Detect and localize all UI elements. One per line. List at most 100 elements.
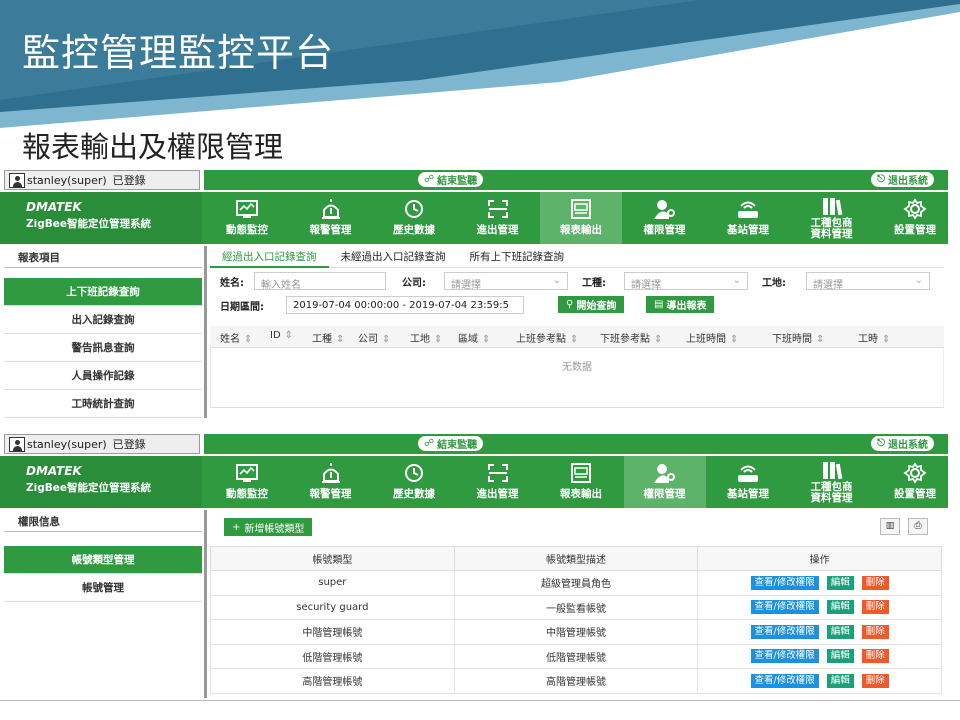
view-edit-permission-button[interactable]: 查看/修改權限 <box>750 624 819 639</box>
sidebar-item[interactable]: 帳號管理 <box>4 574 202 602</box>
user-name: stanley(super) <box>27 437 107 451</box>
column-header[interactable]: 公司 ⇕ <box>348 326 400 347</box>
view-edit-permission-button[interactable]: 查看/修改權限 <box>750 673 819 688</box>
account-desc-cell: 低階管理帳號 <box>453 643 699 669</box>
site-select[interactable]: 請選擇 ⌄ <box>806 272 930 291</box>
account-type-table: 帳號類型 帳號類型描述 操作 super 超級管理員角色 查看/修改權限 編輯 刪除 secur… <box>210 546 942 694</box>
nav-item[interactable]: 動態監控 <box>206 192 288 244</box>
delete-button[interactable]: 刪除 <box>861 575 889 590</box>
sidebar-item[interactable]: 上下班記錄查詢 <box>4 278 202 306</box>
edit-button[interactable]: 編輯 <box>826 624 854 639</box>
nav-label-line2: 資料管理 <box>810 228 853 240</box>
nav-item[interactable]: 動態監控 <box>206 456 288 508</box>
print-icon[interactable]: ⎙ <box>908 518 928 535</box>
worktype-label: 工種: <box>582 278 606 289</box>
nav-label: 權限管理 <box>643 224 686 236</box>
column-header[interactable]: 下班參考點 ⇕ <box>590 326 676 347</box>
delete-button[interactable]: 刪除 <box>861 624 889 639</box>
column-header[interactable]: 工種 ⇕ <box>302 326 348 347</box>
columns-icon[interactable]: ▥ <box>880 518 900 535</box>
column-header[interactable]: 上班參考點 ⇕ <box>506 326 590 347</box>
sidebar-item[interactable]: 警告訊息查詢 <box>4 334 202 362</box>
nav-item[interactable]: 基站管理 <box>707 192 789 244</box>
gear-icon <box>874 462 948 484</box>
sort-icon: ⇕ <box>654 334 663 345</box>
nav-item[interactable]: 報警管理 <box>290 192 372 244</box>
search-button[interactable]: ⚲ 開始查詢 <box>558 296 625 313</box>
sidebar-item[interactable]: 工時統計查詢 <box>4 390 202 418</box>
nav-item[interactable]: 設置管理 <box>874 192 948 244</box>
history-icon <box>373 198 455 220</box>
view-edit-permission-button[interactable]: 查看/修改權限 <box>750 575 819 590</box>
view-edit-permission-button[interactable]: 查看/修改權限 <box>750 649 819 664</box>
report-tabs: 經過出入口記錄查詢 未經過出入口記錄查詢 所有上下班記錄查詢 <box>210 246 944 268</box>
worktype-select[interactable]: 請選擇 ⌄ <box>624 272 748 291</box>
alarm-icon <box>290 198 372 220</box>
nav-item[interactable]: 報表輸出 <box>540 192 622 244</box>
name-label: 姓名: <box>220 278 244 289</box>
nav-label: 基站管理 <box>727 224 769 236</box>
edit-button[interactable]: 編輯 <box>826 575 854 590</box>
account-type-cell: 低階管理帳號 <box>210 643 455 669</box>
nav-item[interactable]: 進出管理 <box>457 192 539 244</box>
view-edit-permission-button[interactable]: 查看/修改權限 <box>750 600 819 615</box>
report-tab[interactable]: 未經過出入口記錄查詢 <box>329 246 458 268</box>
column-header[interactable]: 工地 ⇕ <box>400 326 448 347</box>
edit-button[interactable]: 編輯 <box>826 673 854 688</box>
end-monitor-button[interactable]: ☍ 結束監聽 <box>418 172 484 187</box>
nav-item[interactable]: 進出管理 <box>457 456 539 508</box>
account-desc-cell: 一般監看帳號 <box>453 594 699 620</box>
report-tab[interactable]: 所有上下班記錄查詢 <box>458 246 577 268</box>
column-header[interactable]: 姓名 ⇕ <box>210 326 260 347</box>
export-button[interactable]: ▤ 導出報表 <box>646 296 715 313</box>
company-select[interactable]: 請選擇 ⌄ <box>444 272 568 291</box>
column-header[interactable]: 區域 ⇕ <box>448 326 506 347</box>
nav-item[interactable]: 報表輸出 <box>540 456 622 508</box>
logout-button[interactable]: ⎋ 退出系統 <box>871 172 934 187</box>
chevron-down-icon: ⌄ <box>914 275 923 286</box>
column-header[interactable]: 上班時間 ⇕ <box>676 326 762 347</box>
delete-button[interactable]: 刪除 <box>861 649 889 664</box>
add-account-type-button[interactable]: + 新增帳號類型 <box>224 518 313 536</box>
logout-button[interactable]: ⎋ 退出系統 <box>871 436 934 451</box>
report-tab[interactable]: 經過出入口記錄查詢 <box>210 246 329 268</box>
footer-divider <box>0 700 960 701</box>
delete-button[interactable]: 刪除 <box>861 673 889 688</box>
name-input[interactable]: 輸入姓名 <box>254 272 386 291</box>
column-header[interactable]: 下班時間 ⇕ <box>762 326 848 347</box>
nav-item[interactable]: 工種包商 資料管理 <box>791 192 873 244</box>
plus-icon: + <box>232 521 241 533</box>
chevron-down-icon: ⌄ <box>552 275 561 286</box>
scan-icon <box>457 462 539 484</box>
edit-button[interactable]: 編輯 <box>826 600 854 615</box>
exit-icon: ⎋ <box>877 438 885 449</box>
monitor-icon <box>206 198 288 220</box>
empty-text: 无数据 <box>562 362 592 373</box>
nav-item[interactable]: 設置管理 <box>874 456 948 508</box>
sidebar-item[interactable]: 帳號類型管理 <box>4 546 202 574</box>
date-range-input[interactable]: 2019-07-04 00:00:00 - 2019-07-04 23:59:5 <box>286 296 524 314</box>
sidebar-item[interactable]: 出入記錄查詢 <box>4 306 202 334</box>
action-strip: ☍ 結束監聽 ⎋ 退出系統 <box>204 434 948 454</box>
nav-item[interactable]: 工種包商 資料管理 <box>791 456 873 508</box>
report-main: 經過出入口記錄查詢 未經過出入口記錄查詢 所有上下班記錄查詢 姓名: 輸入姓名 公司: 請選… <box>210 246 944 408</box>
report-table-header: 姓名 ⇕ ID ⇕ 工種 ⇕ 公司 ⇕ 工地 ⇕ 區域 ⇕ 上班參考點 ⇕ 下班參考點 ⇕ 上班時間 ⇕ 下班時間 ⇕… <box>210 326 944 348</box>
column-header[interactable]: ID ⇕ <box>260 326 302 347</box>
nav-item[interactable]: 歷史數據 <box>373 456 455 508</box>
nav-item[interactable]: 權限管理 <box>624 192 706 244</box>
report-sidebar: 報表項目 上下班記錄查詢 出入記錄查詢 警告訊息查詢 人員操作記錄 工時統計查詢 <box>4 246 202 418</box>
report-screenshot: stanley(super) 已登錄 ☍ 結束監聽 ⎋ 退出系統 DMATEK Zi… <box>0 170 948 420</box>
table-row: security guard 一般監看帳號 查看/修改權限 編輯 刪除 <box>210 594 942 620</box>
end-monitor-button[interactable]: ☍ 結束監聽 <box>418 436 484 451</box>
nav-item[interactable]: 歷史數據 <box>373 192 455 244</box>
nav-item[interactable]: 報警管理 <box>290 456 372 508</box>
nav-item[interactable]: 權限管理 <box>623 456 706 508</box>
user-avatar-icon <box>9 437 25 452</box>
actions-cell: 查看/修改權限 編輯 刪除 <box>697 594 942 620</box>
sidebar-item[interactable]: 人員操作記錄 <box>4 362 202 390</box>
nav-item[interactable]: 基站管理 <box>707 456 789 508</box>
delete-button[interactable]: 刪除 <box>861 600 889 615</box>
edit-button[interactable]: 編輯 <box>826 649 854 664</box>
column-header[interactable]: 工時 ⇕ <box>848 326 928 347</box>
login-status: 已登錄 <box>112 438 146 451</box>
